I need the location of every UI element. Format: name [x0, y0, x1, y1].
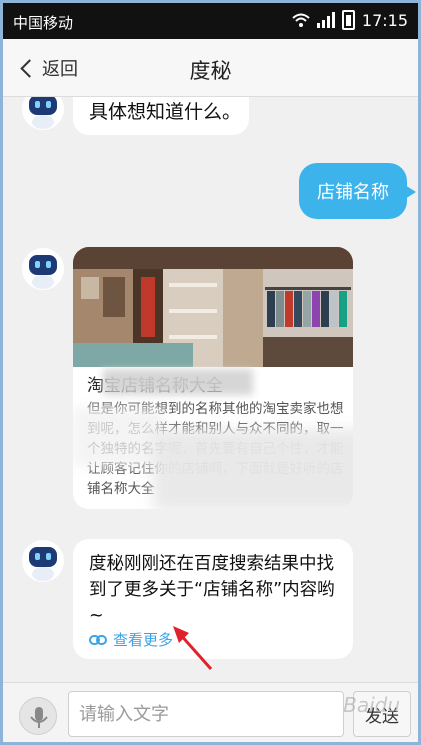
battery-icon — [341, 10, 355, 30]
message-input[interactable] — [68, 691, 344, 737]
see-more-link[interactable]: 查看更多 — [89, 629, 173, 650]
user-message-1: 店铺名称 — [299, 163, 416, 219]
voice-button[interactable] — [19, 697, 57, 735]
carrier-label: 中国移动 — [13, 14, 74, 32]
redaction-blur — [73, 407, 163, 467]
bot-message-2: 度秘刚刚还在百度搜索结果中找到了更多关于“店铺名称”内容哟~ 查看更多 — [73, 539, 353, 659]
chat-area[interactable]: 具体想知道什么。 店铺名称 想到的名称其他的淘宝卖家也想 让顾客记住 铺名称大全… — [3, 97, 418, 682]
bot-avatar — [22, 97, 64, 130]
bot-message-1: 具体想知道什么。 — [73, 97, 249, 135]
phone-screen: 中国移动 17:15 返回 度秘 具体想知道什么。 店铺名称 想到的名称其他的淘… — [0, 0, 421, 745]
bot-avatar — [22, 248, 64, 290]
see-more-label: 查看更多 — [113, 631, 174, 649]
redaction-blur — [103, 369, 253, 395]
status-bar: 中国移动 17:15 — [3, 3, 418, 39]
microphone-icon — [30, 707, 48, 728]
bot-message-2-text: 度秘刚刚还在百度搜索结果中找到了更多关于“店铺名称”内容哟~ — [89, 554, 335, 626]
input-bar: 发送 — [3, 682, 418, 742]
signal-icon — [316, 12, 335, 28]
page-title: 度秘 — [189, 59, 232, 83]
bot-avatar — [22, 540, 64, 582]
clock: 17:15 — [361, 10, 408, 30]
nav-bar: 返回 度秘 — [3, 39, 418, 97]
redaction-blur — [153, 429, 353, 509]
search-result-card[interactable]: 淘宝店铺名称大全 但是你可能想到的名称其他的淘宝卖家也想到呢，怎么样才能和别人与… — [73, 247, 353, 509]
link-icon — [89, 634, 107, 645]
send-button[interactable]: 发送 — [353, 691, 411, 737]
shop-photo — [73, 247, 353, 367]
wifi-icon — [292, 13, 310, 27]
status-icons: 17:15 — [292, 10, 408, 30]
